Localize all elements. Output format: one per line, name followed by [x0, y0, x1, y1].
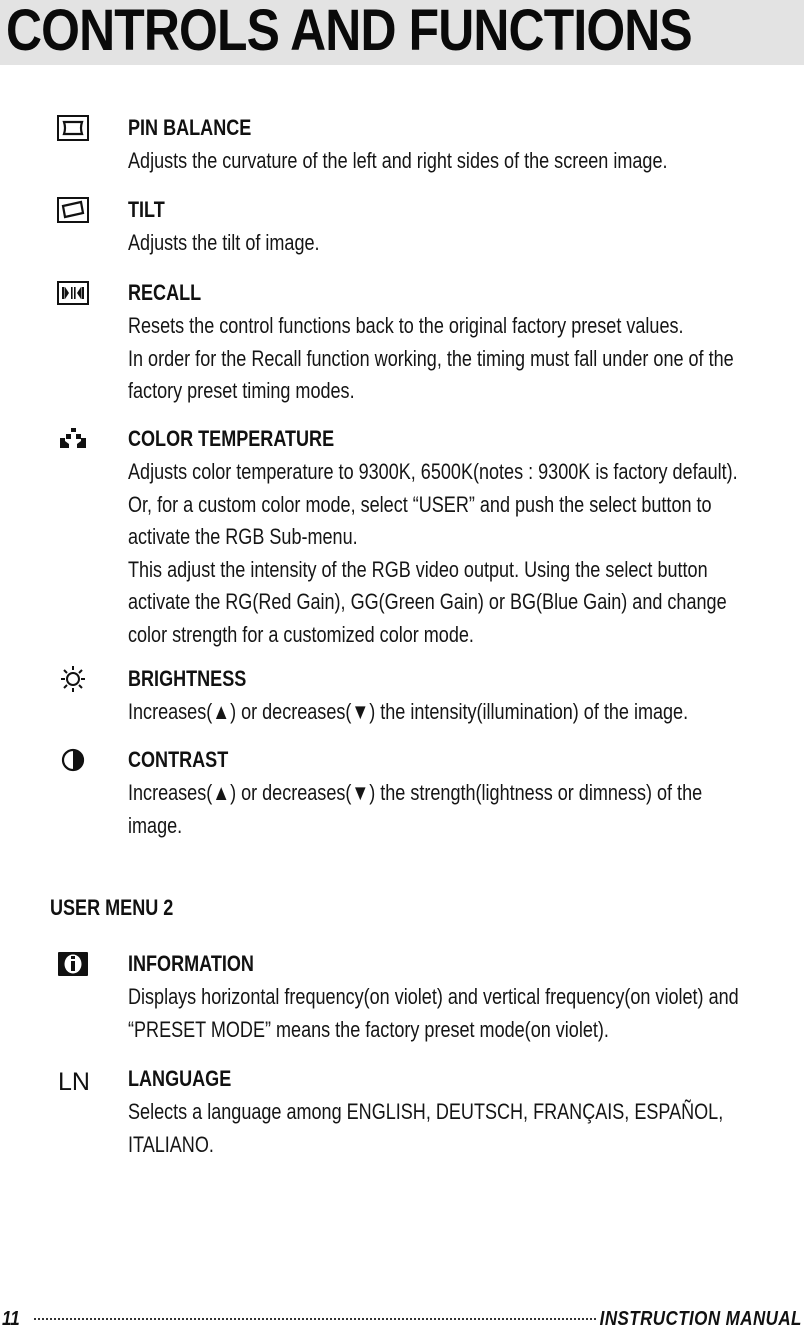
color-temperature-icon — [56, 426, 90, 452]
language-icon-text: LN — [58, 1068, 90, 1096]
tilt-icon — [56, 197, 90, 223]
description-line: Adjusts the tilt of image. — [128, 230, 320, 255]
dot-leader — [34, 1318, 596, 1320]
information-icon — [56, 951, 90, 977]
contrast-icon — [56, 747, 90, 773]
description-line: In order for the Recall function working… — [128, 345, 734, 371]
item-description: Adjusts the tilt of image. — [128, 227, 320, 260]
item-heading: CONTRAST — [128, 747, 229, 772]
language-icon: LN — [54, 1066, 94, 1096]
item-description: Adjusts color temperature to 9300K, 6500… — [128, 456, 738, 651]
item-heading: BRIGHTNESS — [128, 666, 247, 691]
page-footer: 11 INSTRUCTION MANUAL — [0, 1308, 804, 1332]
description-line: Increases(▲) or decreases(▼) the strengt… — [128, 780, 703, 805]
item-heading: TILT — [128, 197, 165, 222]
brightness-icon — [56, 666, 90, 692]
description-line: activate the RGB Sub-menu. — [128, 524, 358, 549]
item-description: Resets the control functions back to the… — [128, 310, 734, 408]
description-line: ITALIANO. — [128, 1131, 214, 1157]
item-description: Increases(▲) or decreases(▼) the strengt… — [128, 777, 702, 842]
description-line: Adjusts color temperature to 9300K, 6500… — [128, 459, 738, 484]
item-heading: LANGUAGE — [128, 1066, 232, 1091]
item-heading: PIN BALANCE — [128, 115, 252, 140]
description-line: Resets the control functions back to the… — [128, 313, 684, 338]
description-line: Selects a language among ENGLISH, DEUTSC… — [128, 1099, 724, 1124]
description-line: Displays horizontal frequency(on violet)… — [128, 984, 739, 1009]
page-title: CONTROLS AND FUNCTIONS — [6, 0, 693, 63]
item-heading: INFORMATION — [128, 951, 254, 976]
pin-balance-icon — [56, 115, 90, 141]
page-number: 11 — [2, 1308, 20, 1330]
item-description: Selects a language among ENGLISH, DEUTSC… — [128, 1096, 723, 1161]
description-line: This adjust the intensity of the RGB vid… — [128, 556, 708, 582]
description-line: image. — [128, 812, 183, 838]
manual-title: INSTRUCTION MANUAL — [599, 1308, 802, 1330]
item-heading: COLOR TEMPERATURE — [128, 426, 335, 451]
recall-icon — [56, 280, 90, 306]
section-heading-user-menu-2: USER MENU 2 — [50, 895, 174, 920]
description-line: “PRESET MODE” means the factory preset m… — [128, 1016, 609, 1042]
item-heading: RECALL — [128, 280, 202, 305]
description-line: factory preset timing modes. — [128, 378, 355, 403]
description-line: Adjusts the curvature of the left and ri… — [128, 148, 668, 173]
item-description: Adjusts the curvature of the left and ri… — [128, 145, 667, 178]
item-description: Displays horizontal frequency(on violet)… — [128, 981, 739, 1046]
description-line: Or, for a custom color mode, select “USE… — [128, 491, 712, 517]
description-line: Increases(▲) or decreases(▼) the intensi… — [128, 699, 689, 724]
title-bar: CONTROLS AND FUNCTIONS — [0, 0, 804, 65]
description-line: color strength for a customized color mo… — [128, 621, 474, 647]
description-line: activate the RG(Red Gain), GG(Green Gain… — [128, 589, 727, 614]
item-description: Increases(▲) or decreases(▼) the intensi… — [128, 696, 688, 729]
